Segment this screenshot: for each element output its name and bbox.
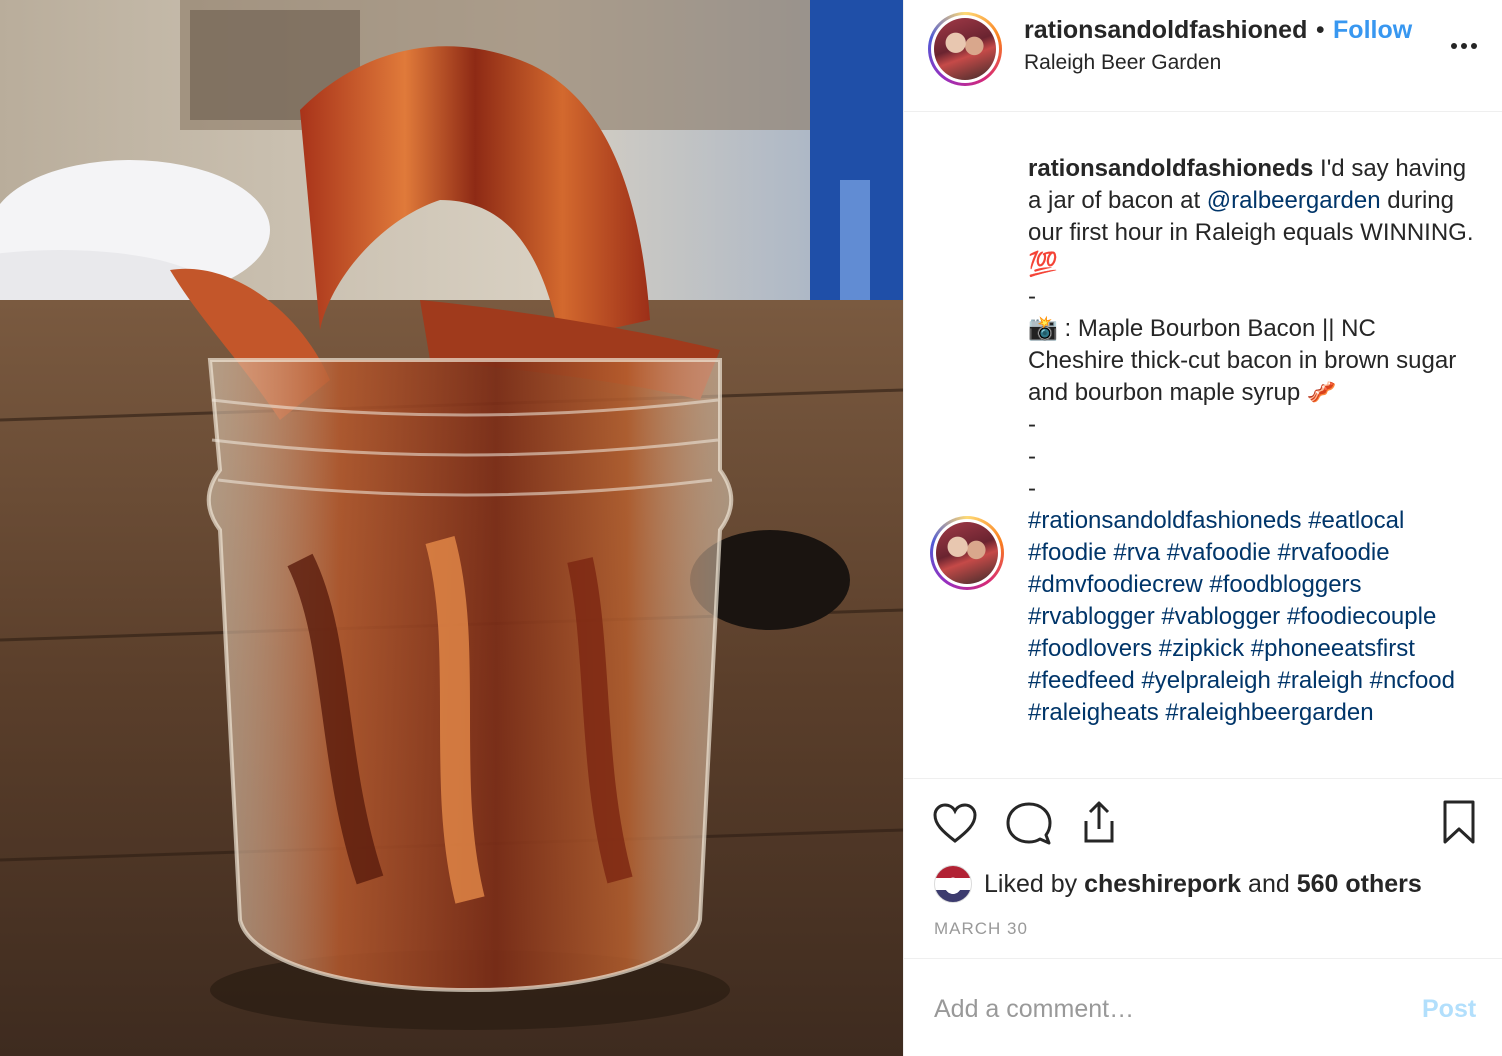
caption-dash: - bbox=[1028, 443, 1036, 470]
post-side-panel: rationsandoldfashioned • Follow Raleigh … bbox=[903, 0, 1502, 1056]
header-text: rationsandoldfashioned • Follow Raleigh … bbox=[1024, 16, 1412, 75]
caption-dash: - bbox=[1028, 475, 1036, 502]
heart-icon[interactable] bbox=[932, 801, 978, 847]
share-icon[interactable] bbox=[1076, 799, 1122, 845]
likes-summary: Liked by cheshirepork and 560 others bbox=[934, 865, 1422, 903]
liker-avatar[interactable] bbox=[934, 865, 972, 903]
bookmark-icon[interactable] bbox=[1436, 799, 1482, 845]
author-avatar[interactable] bbox=[928, 12, 1002, 86]
caption-text: rationsandoldfashioneds I'd say having a… bbox=[1028, 153, 1478, 729]
caption-dash: - bbox=[1028, 283, 1036, 310]
post-date[interactable]: MARCH 30 bbox=[934, 919, 1028, 939]
caption-dash: - bbox=[1028, 411, 1036, 438]
author-username[interactable]: rationsandoldfashioned bbox=[1024, 16, 1307, 44]
caption-avatar[interactable] bbox=[930, 516, 1004, 590]
more-horizontal-icon[interactable] bbox=[1449, 36, 1479, 56]
likes-and: and bbox=[1248, 869, 1290, 898]
comment-icon[interactable] bbox=[1006, 801, 1052, 847]
likes-prefix: Liked by bbox=[984, 869, 1078, 898]
comment-input[interactable] bbox=[934, 989, 1404, 1029]
liker-username[interactable]: cheshirepork bbox=[1084, 870, 1241, 898]
caption-description: 📸 : Maple Bourbon Bacon || NC Cheshire t… bbox=[1028, 315, 1457, 406]
post-location[interactable]: Raleigh Beer Garden bbox=[1024, 51, 1412, 75]
follow-button[interactable]: Follow bbox=[1333, 16, 1412, 44]
post-image[interactable] bbox=[0, 0, 903, 1056]
caption-scroll-area[interactable]: rationsandoldfashioneds I'd say having a… bbox=[904, 113, 1502, 778]
caption-hashtags[interactable]: #rationsandoldfashioneds #eatlocal #food… bbox=[1028, 505, 1478, 729]
likes-text: Liked by cheshirepork and 560 others bbox=[984, 870, 1422, 899]
comment-bar: Post bbox=[904, 958, 1502, 1056]
separator-dot: • bbox=[1315, 16, 1325, 44]
bacon-jar-illustration bbox=[0, 0, 903, 1056]
caption-username[interactable]: rationsandoldfashioneds bbox=[1028, 155, 1313, 182]
caption-mention[interactable]: @ralbeergarden bbox=[1207, 187, 1381, 214]
likes-count[interactable]: 560 others bbox=[1297, 870, 1422, 898]
post-comment-button[interactable]: Post bbox=[1422, 995, 1476, 1024]
